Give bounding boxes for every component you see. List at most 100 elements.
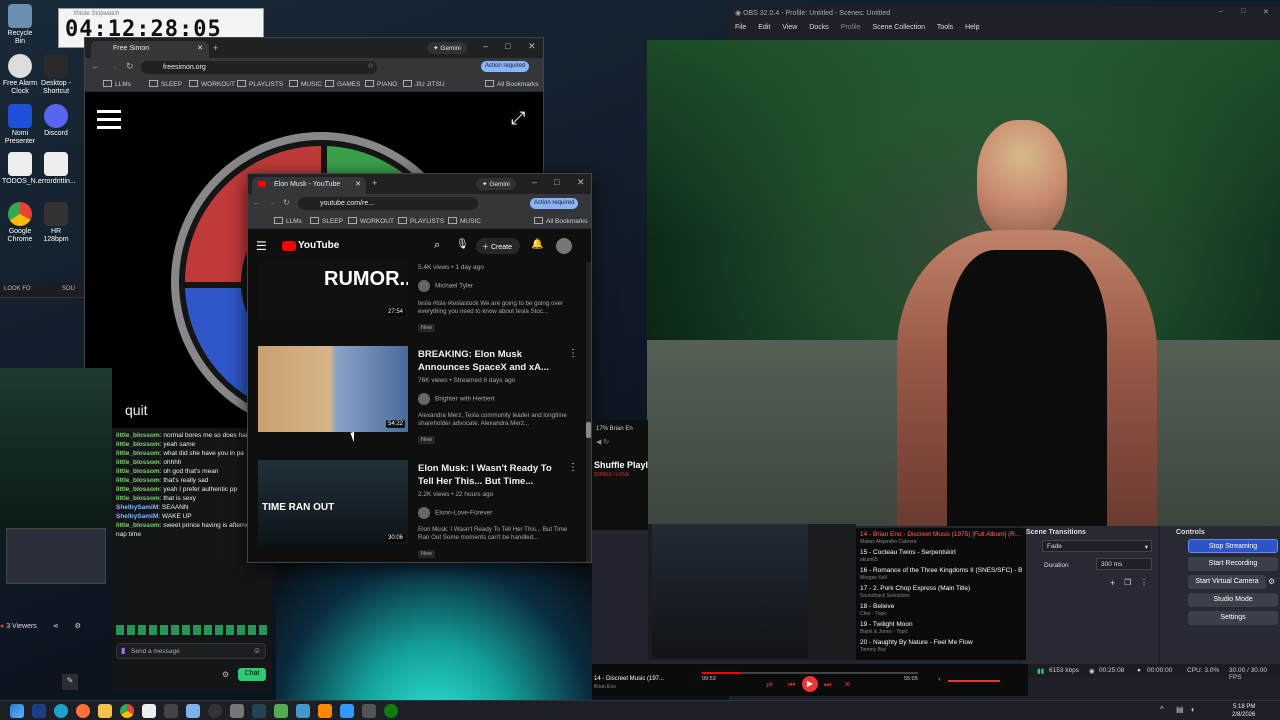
gemini-button[interactable]: ✦ Gemini — [427, 42, 467, 54]
bookmark-sleep[interactable]: SLEEP — [310, 217, 343, 225]
more-options-icon[interactable]: ⋮ — [568, 348, 578, 359]
search-icon[interactable] — [164, 704, 178, 718]
search-icon[interactable]: ⌕ — [434, 239, 440, 252]
action-required-button[interactable]: Action required — [530, 198, 579, 209]
desktop-icon-todos[interactable]: TODOS_N... — [2, 152, 42, 186]
star-icon[interactable]: ☆ — [367, 61, 374, 70]
shuffle-playlist-label[interactable]: Shuffle Playl — [592, 446, 648, 470]
scrollbar[interactable] — [586, 262, 591, 562]
forward-icon[interactable]: → — [268, 198, 276, 207]
copy-icon[interactable]: ❐ — [1124, 578, 1131, 587]
tab-elon-musk-youtube[interactable]: Elon Musk - YouTube ✕ — [252, 177, 366, 194]
bookmark-music[interactable]: MUSIC — [448, 217, 481, 225]
forward-icon[interactable]: → — [109, 61, 118, 71]
reload-icon[interactable]: ↻ — [126, 61, 134, 72]
calculator-icon[interactable] — [362, 704, 376, 718]
now-playing-title[interactable]: 14 - Discreet Music (197... — [594, 676, 664, 682]
desktop-icon-alarm[interactable]: Free Alarm Clock — [2, 54, 38, 96]
chat-input[interactable]: ▮ Send a message ☺ — [116, 643, 266, 659]
bell-icon[interactable]: 🔔 — [531, 239, 543, 250]
previous-icon[interactable]: ⏮ — [788, 680, 795, 690]
stop-streaming-button[interactable]: Stop Streaming — [1188, 539, 1278, 553]
tray-clock[interactable]: 5:18 PM 2/8/2026 — [1232, 703, 1255, 719]
bookmark-piano[interactable]: PIANO — [365, 80, 397, 88]
desktop-icon-nomi[interactable]: Nomi Presenter — [2, 104, 38, 146]
channel-row[interactable]: Brighter with Herbert — [418, 393, 495, 405]
bookmark-jiu-jitsu[interactable]: JIU JITSU — [403, 80, 445, 88]
video-thumbnail[interactable]: RUMOR... 27:54 — [258, 262, 408, 320]
file-explorer-icon[interactable] — [98, 704, 112, 718]
shuffle-icon[interactable]: ✕ — [844, 680, 851, 689]
menu-icon[interactable] — [97, 110, 121, 129]
desktop-icon-chrome[interactable]: Google Chrome — [2, 202, 38, 244]
maximize-icon[interactable]: □ — [1241, 8, 1245, 15]
maximize-icon[interactable]: □ — [505, 41, 510, 51]
quit-button[interactable]: quit — [125, 402, 148, 418]
tab-free-simon[interactable]: Free Simon ✕ — [91, 41, 209, 58]
menu-docks[interactable]: Docks — [809, 24, 828, 31]
url-bar[interactable]: youtube.com/re... — [298, 197, 478, 210]
player-tab[interactable]: 17% Brian En — [592, 420, 648, 438]
queue-item[interactable]: 19 - Twilight Moon Blank & Jones - Topic — [860, 620, 1022, 636]
queue-item[interactable]: 16 - Romance of the Three Kingdoms II (S… — [860, 566, 1022, 582]
bookmark-playlists[interactable]: PLAYLISTS — [398, 217, 444, 225]
vpn-icon[interactable] — [296, 704, 310, 718]
gear-icon[interactable]: ⚙ — [75, 623, 81, 630]
menu-profile[interactable]: Profile — [841, 24, 861, 31]
video-item[interactable]: TIME RAN OUT 30:06 Elon Musk: I Wasn't R… — [258, 460, 583, 560]
add-icon[interactable]: + — [1110, 578, 1115, 588]
bookmark-all[interactable]: All Bookmarks — [485, 80, 539, 88]
bookmark-llms[interactable]: LLMs — [274, 217, 302, 225]
repeat-icon[interactable]: ⇄ — [766, 680, 773, 689]
bookmark-workout[interactable]: WORKOUT — [348, 217, 394, 225]
bookmark-playlists[interactable]: PLAYLISTS — [237, 80, 283, 88]
duration-input[interactable]: 300 ms — [1096, 558, 1152, 570]
close-icon[interactable]: ✕ — [355, 180, 361, 188]
youtube-logo-text[interactable]: YouTube — [298, 240, 339, 251]
obs-icon[interactable] — [208, 704, 222, 718]
queue-item[interactable]: 15 - Cocteau Twins - Serpentskirt akum65 — [860, 548, 1022, 564]
more-icon[interactable]: ⋮ — [1140, 578, 1148, 587]
queue-item[interactable]: 18 - Believe Cher - Topic — [860, 602, 1022, 618]
close-window-icon[interactable]: ✕ — [577, 177, 585, 188]
studio-mode-button[interactable]: Studio Mode — [1188, 593, 1278, 607]
bookmark-games[interactable]: GAMES — [325, 80, 360, 88]
xbox-icon[interactable] — [384, 704, 398, 718]
file-icon[interactable] — [142, 704, 156, 718]
channel-row[interactable]: Elonn-Love-Forever — [418, 507, 492, 519]
queue-item[interactable]: 20 - Naughty By Nature - Feel Me Flow Tom… — [860, 638, 1022, 654]
bookmark-llms[interactable]: LLMs — [103, 80, 131, 88]
reload-icon[interactable]: ↻ — [283, 198, 290, 207]
bookmark-all[interactable]: All Bookmarks — [534, 217, 588, 225]
settings-icon[interactable]: ⚙ — [222, 670, 229, 679]
left-tab-look-fo[interactable]: LOOK FO — [4, 286, 31, 292]
bookmark-music[interactable]: MUSIC — [289, 80, 322, 88]
powershell-icon[interactable] — [32, 704, 46, 718]
gear-icon[interactable]: ⚙ — [1268, 577, 1275, 586]
chat-send-button[interactable]: Chat — [238, 668, 266, 681]
expand-icon[interactable]: ⤢ — [511, 108, 525, 129]
close-window-icon[interactable]: ✕ — [1263, 8, 1269, 16]
transition-select[interactable]: Fade ▾ — [1042, 540, 1152, 552]
menu-tools[interactable]: Tools — [937, 24, 953, 31]
volume-slider[interactable] — [948, 680, 1000, 682]
menu-scene-collection[interactable]: Scene Collection — [872, 24, 925, 31]
desktop-icon-error[interactable]: errordrittin... — [38, 152, 76, 186]
start-recording-button[interactable]: Start Recording — [1188, 557, 1278, 571]
play-button[interactable]: ▶ — [802, 676, 818, 692]
more-options-icon[interactable]: ⋮ — [568, 462, 578, 473]
menu-edit[interactable]: Edit — [758, 24, 770, 31]
volume-icon[interactable]: ◖ — [1190, 705, 1195, 714]
hamburger-menu-icon[interactable]: ☰ — [256, 239, 267, 253]
new-tab-icon[interactable]: + — [213, 43, 218, 53]
channel-row[interactable]: Michael Tyler — [418, 280, 473, 292]
queue-item[interactable]: 17 - 2. Pork Chop Express (Main Title) So… — [860, 584, 1022, 600]
notepad-icon[interactable] — [186, 704, 200, 718]
create-button[interactable]: ＋ Create — [476, 238, 520, 254]
url-bar[interactable]: freesimon.org — [141, 61, 377, 74]
volume-icon[interactable]: ◐ — [938, 676, 942, 683]
start-virtual-camera-button[interactable]: Start Virtual Camera — [1188, 575, 1266, 589]
scrollbar-thumb[interactable] — [586, 422, 591, 438]
desktop-icon-shortcut[interactable]: Desktop - Shortcut — [38, 54, 74, 96]
share-icon[interactable]: ⋖ — [53, 623, 59, 630]
